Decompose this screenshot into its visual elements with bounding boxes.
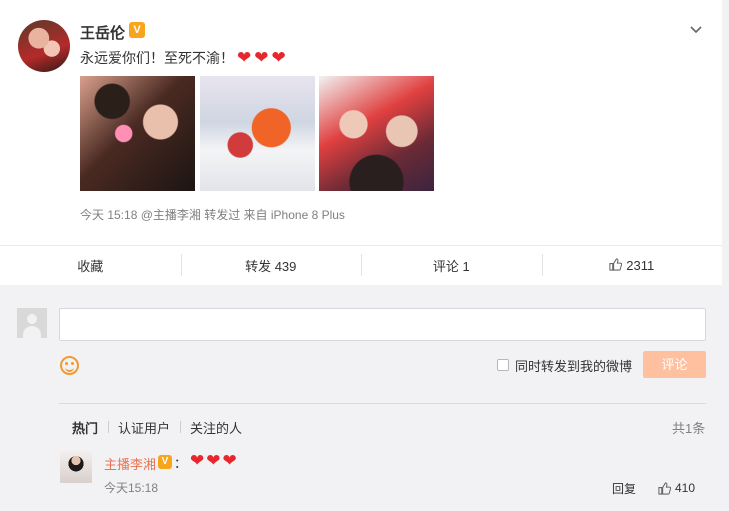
- verified-icon: V: [129, 22, 145, 38]
- comment-section: 同时转发到我的微博 评论 热门 认证用户 关注的人 共1条 主播李湘 V ： ❤…: [0, 285, 722, 511]
- heart-emoji-icon: ❤: [190, 451, 205, 470]
- emoji-icon[interactable]: [60, 356, 79, 375]
- commenter-name[interactable]: 主播李湘: [104, 454, 156, 473]
- my-avatar: [17, 308, 47, 338]
- heart-emoji-icon: ❤: [206, 451, 221, 470]
- thumbs-up-icon: [609, 257, 623, 274]
- thumbs-up-icon: [658, 481, 671, 495]
- repost-button[interactable]: 转发 439: [180, 246, 362, 285]
- like-button[interactable]: 2311: [541, 246, 723, 285]
- post: 王岳伦 V 永远爱你们！至死不渝！ ❤ ❤ ❤ 今天 15:18 @主播李湘 转…: [0, 0, 722, 245]
- repost-checkbox[interactable]: [497, 359, 509, 371]
- like-count: 2311: [626, 258, 655, 273]
- favorite-button[interactable]: 收藏: [0, 246, 181, 285]
- author-name[interactable]: 王岳伦: [80, 22, 125, 43]
- favorite-label: 收藏: [77, 259, 104, 274]
- action-bar: 收藏 转发 439 评论 1 2311: [0, 245, 722, 285]
- comment-button[interactable]: 评论 1: [361, 246, 542, 285]
- repost-label: 转发 439: [245, 259, 297, 274]
- heart-emoji-icon: ❤: [254, 48, 269, 67]
- comment-filters: 热门 认证用户 关注的人: [72, 418, 252, 437]
- filter-verified[interactable]: 认证用户: [108, 418, 180, 437]
- divider: [59, 403, 706, 404]
- comment-time: 今天15:18: [104, 481, 159, 495]
- post-image[interactable]: [200, 76, 315, 191]
- post-image[interactable]: [80, 76, 195, 191]
- heart-emoji-icon: ❤: [222, 451, 237, 470]
- comment-input[interactable]: [59, 308, 706, 341]
- repost-checkbox-label[interactable]: 同时转发到我的微博: [515, 356, 632, 375]
- post-image[interactable]: [319, 76, 434, 191]
- comment-label: 评论 1: [432, 259, 470, 274]
- comment-colon: ：: [174, 456, 188, 471]
- heart-emoji-icon: ❤: [271, 48, 286, 67]
- weibo-card: 王岳伦 V 永远爱你们！至死不渝！ ❤ ❤ ❤ 今天 15:18 @主播李湘 转…: [0, 0, 722, 511]
- commenter-avatar[interactable]: [60, 451, 92, 483]
- author-avatar[interactable]: [18, 20, 70, 72]
- verified-icon: V: [158, 455, 172, 469]
- comment-total: 共1条: [672, 421, 706, 436]
- heart-emoji-icon: ❤: [237, 48, 252, 67]
- filter-hot[interactable]: 热门: [72, 418, 108, 437]
- post-body: 永远爱你们！至死不渝！: [80, 50, 234, 66]
- page-gutter: [722, 0, 729, 511]
- post-text: 永远爱你们！至死不渝！ ❤ ❤ ❤: [80, 48, 286, 68]
- submit-comment-button[interactable]: 评论: [643, 351, 706, 378]
- comment-like-button[interactable]: 410: [658, 481, 695, 495]
- comment-text: ❤ ❤ ❤: [188, 451, 237, 471]
- comment-like-count: 410: [675, 481, 696, 495]
- chevron-down-icon[interactable]: [688, 22, 706, 40]
- reply-button[interactable]: 回复: [612, 480, 636, 497]
- filter-following[interactable]: 关注的人: [180, 418, 252, 437]
- post-meta: 今天 15:18 @主播李湘 转发过 来自 iPhone 8 Plus: [80, 208, 345, 222]
